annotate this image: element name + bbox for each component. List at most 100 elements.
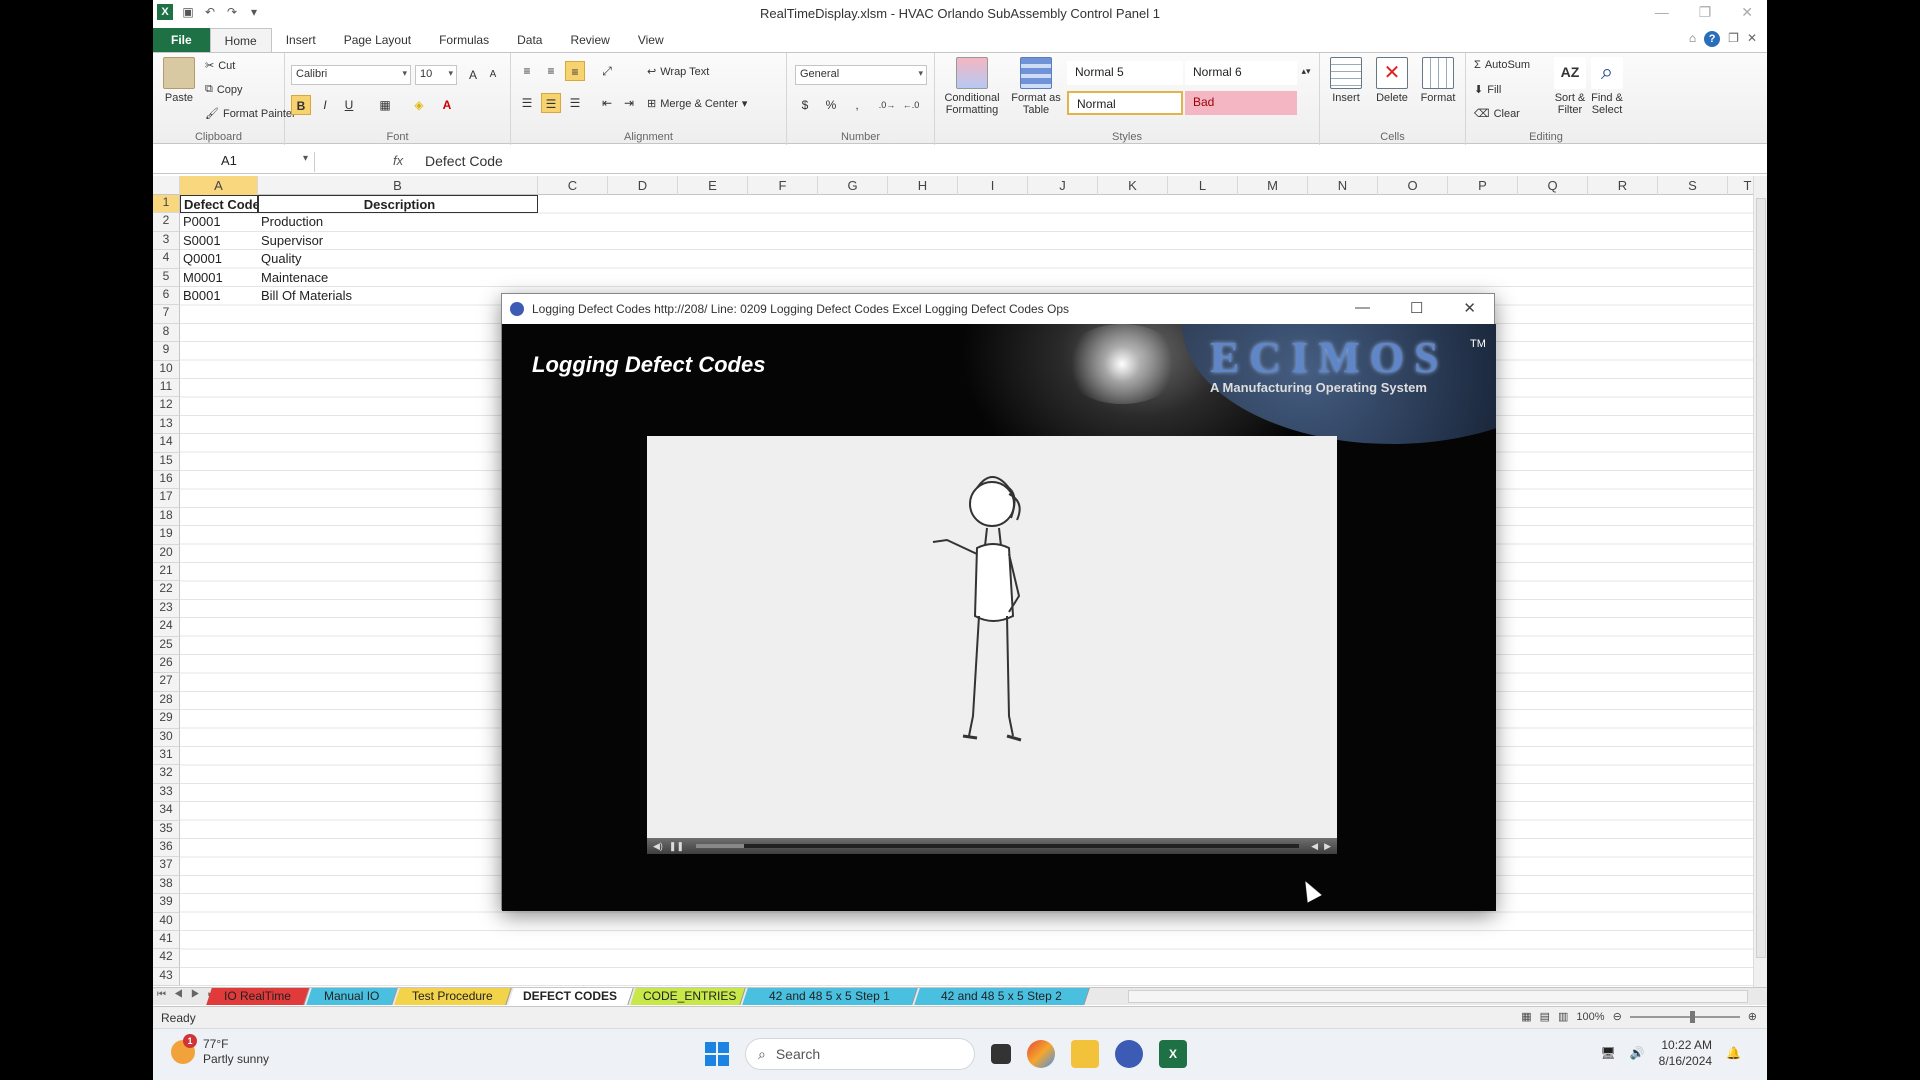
- row-header[interactable]: 22: [153, 581, 180, 600]
- paste-button[interactable]: Paste: [161, 57, 197, 104]
- workbook-restore-icon[interactable]: ❐: [1728, 31, 1739, 47]
- description-cell[interactable]: Production: [258, 213, 538, 231]
- row-header[interactable]: 36: [153, 839, 180, 858]
- row-header[interactable]: 23: [153, 599, 180, 619]
- currency-button[interactable]: $: [795, 95, 815, 115]
- decrease-indent-icon[interactable]: ⇤: [597, 93, 617, 113]
- insert-cells-button[interactable]: Insert: [1324, 57, 1368, 104]
- tab-review[interactable]: Review: [556, 28, 623, 52]
- column-header-a[interactable]: A: [180, 176, 258, 195]
- description-cell[interactable]: Supervisor: [258, 232, 538, 250]
- find-select-button[interactable]: ⌕ Find & Select: [1588, 57, 1626, 116]
- weather-widget[interactable]: 1 77°F Partly sunny: [171, 1034, 269, 1067]
- sheet-tab[interactable]: DEFECT CODES: [508, 988, 634, 1005]
- defect-code-cell[interactable]: B0001: [180, 287, 258, 305]
- popup-minimize-icon[interactable]: —: [1355, 299, 1370, 317]
- row-header[interactable]: 8: [153, 323, 180, 343]
- font-size-combo[interactable]: 10: [415, 65, 457, 85]
- fill-button[interactable]: ⬇ Fill: [1474, 83, 1501, 97]
- align-middle-icon[interactable]: ≡: [541, 61, 561, 81]
- row-header[interactable]: 39: [153, 894, 180, 913]
- prev-icon[interactable]: ◀: [1311, 841, 1318, 852]
- sheet-tab[interactable]: 42 and 48 5 x 5 Step 1: [742, 988, 918, 1005]
- video-player[interactable]: ◀) ❚❚ ◀ ▶: [647, 436, 1337, 854]
- column-header-k[interactable]: K: [1098, 176, 1168, 195]
- zoom-slider[interactable]: [1629, 1010, 1740, 1023]
- row-header[interactable]: 35: [153, 820, 180, 839]
- row-header[interactable]: 38: [153, 875, 180, 895]
- description-cell[interactable]: Bill Of Materials: [258, 287, 538, 305]
- taskbar-search[interactable]: ⌕ Search: [745, 1038, 975, 1070]
- description-cell[interactable]: Maintenace: [258, 269, 538, 287]
- wrap-text-button[interactable]: ↩ Wrap Text: [647, 65, 709, 79]
- column-header-d[interactable]: D: [608, 176, 678, 195]
- minimize-ribbon-icon[interactable]: ⌂: [1689, 31, 1696, 47]
- defect-code-cell[interactable]: P0001: [180, 213, 258, 231]
- align-bottom-icon[interactable]: ≡: [565, 61, 585, 81]
- column-header-p[interactable]: P: [1448, 176, 1518, 195]
- row-header[interactable]: 2: [153, 213, 180, 232]
- notification-bell-icon[interactable]: 🔔: [1726, 1046, 1741, 1060]
- row-header[interactable]: 13: [153, 415, 180, 435]
- tab-insert[interactable]: Insert: [272, 28, 330, 52]
- style-normal[interactable]: Normal: [1067, 91, 1183, 115]
- header-cell-b1[interactable]: Description: [258, 195, 538, 213]
- row-header[interactable]: 37: [153, 857, 180, 876]
- column-header-e[interactable]: E: [678, 176, 748, 195]
- vertical-scrollbar[interactable]: [1753, 176, 1767, 993]
- format-as-table-button[interactable]: Format as Table: [1009, 57, 1063, 116]
- sort-filter-button[interactable]: AZ Sort & Filter: [1552, 57, 1588, 116]
- sheet-tab[interactable]: CODE_ENTRIES: [630, 988, 746, 1005]
- copy-button[interactable]: ⧉ Copy: [205, 83, 243, 96]
- autosum-button[interactable]: Σ AutoSum: [1474, 59, 1530, 71]
- formula-input[interactable]: Defect Code: [425, 153, 503, 169]
- row-header[interactable]: 34: [153, 802, 180, 821]
- clear-button[interactable]: ⌫ Clear: [1474, 107, 1520, 121]
- sheet-tab[interactable]: 42 and 48 5 x 5 Step 2: [914, 988, 1090, 1005]
- ecimos-app-icon[interactable]: [1115, 1040, 1143, 1068]
- network-icon[interactable]: 🖥: [1600, 1046, 1615, 1060]
- row-header[interactable]: 4: [153, 250, 180, 269]
- defect-code-cell[interactable]: Q0001: [180, 250, 258, 268]
- row-header[interactable]: 19: [153, 526, 180, 545]
- row-header[interactable]: 17: [153, 489, 180, 508]
- insert-function-icon[interactable]: fx: [393, 153, 403, 168]
- windows-start-icon[interactable]: [705, 1042, 729, 1066]
- column-header-i[interactable]: I: [958, 176, 1028, 195]
- align-center-icon[interactable]: ☰: [541, 93, 561, 113]
- font-name-combo[interactable]: Calibri: [291, 65, 411, 85]
- borders-icon[interactable]: ▦: [375, 95, 395, 115]
- column-header-r[interactable]: R: [1588, 176, 1658, 195]
- scroll-thumb[interactable]: [1756, 198, 1766, 958]
- decrease-decimal-icon[interactable]: ←.0: [901, 95, 921, 115]
- row-header[interactable]: 31: [153, 747, 180, 766]
- column-header-b[interactable]: B: [258, 176, 538, 195]
- page-break-view-icon[interactable]: ▥: [1558, 1010, 1568, 1023]
- tab-page-layout[interactable]: Page Layout: [330, 28, 425, 52]
- close-icon[interactable]: ✕: [1741, 4, 1753, 21]
- pause-icon[interactable]: ❚❚: [669, 841, 684, 852]
- row-header[interactable]: 7: [153, 305, 180, 324]
- sheet-tab[interactable]: Test Procedure: [394, 988, 512, 1005]
- grow-font-button[interactable]: A: [463, 65, 483, 85]
- row-header[interactable]: 3: [153, 231, 180, 251]
- row-header[interactable]: 30: [153, 728, 180, 747]
- file-explorer-icon[interactable]: [1071, 1040, 1099, 1068]
- row-header[interactable]: 20: [153, 544, 180, 563]
- align-right-icon[interactable]: ☰: [565, 93, 585, 113]
- defect-code-cell[interactable]: M0001: [180, 269, 258, 287]
- row-header[interactable]: 41: [153, 931, 180, 950]
- page-layout-view-icon[interactable]: ▤: [1540, 1010, 1550, 1023]
- row-header[interactable]: 11: [153, 379, 180, 398]
- tab-home[interactable]: Home: [209, 28, 272, 52]
- row-header[interactable]: 43: [153, 967, 180, 987]
- sheet-tab[interactable]: Manual IO: [306, 988, 398, 1005]
- row-header[interactable]: 25: [153, 636, 180, 655]
- tab-view[interactable]: View: [624, 28, 678, 52]
- row-header[interactable]: 14: [153, 434, 180, 453]
- row-header[interactable]: 5: [153, 268, 180, 287]
- normal-view-icon[interactable]: ▦: [1521, 1010, 1531, 1023]
- header-cell-a1[interactable]: Defect Code: [180, 195, 258, 213]
- style-bad[interactable]: Bad: [1185, 91, 1297, 115]
- workbook-close-icon[interactable]: ✕: [1747, 31, 1757, 47]
